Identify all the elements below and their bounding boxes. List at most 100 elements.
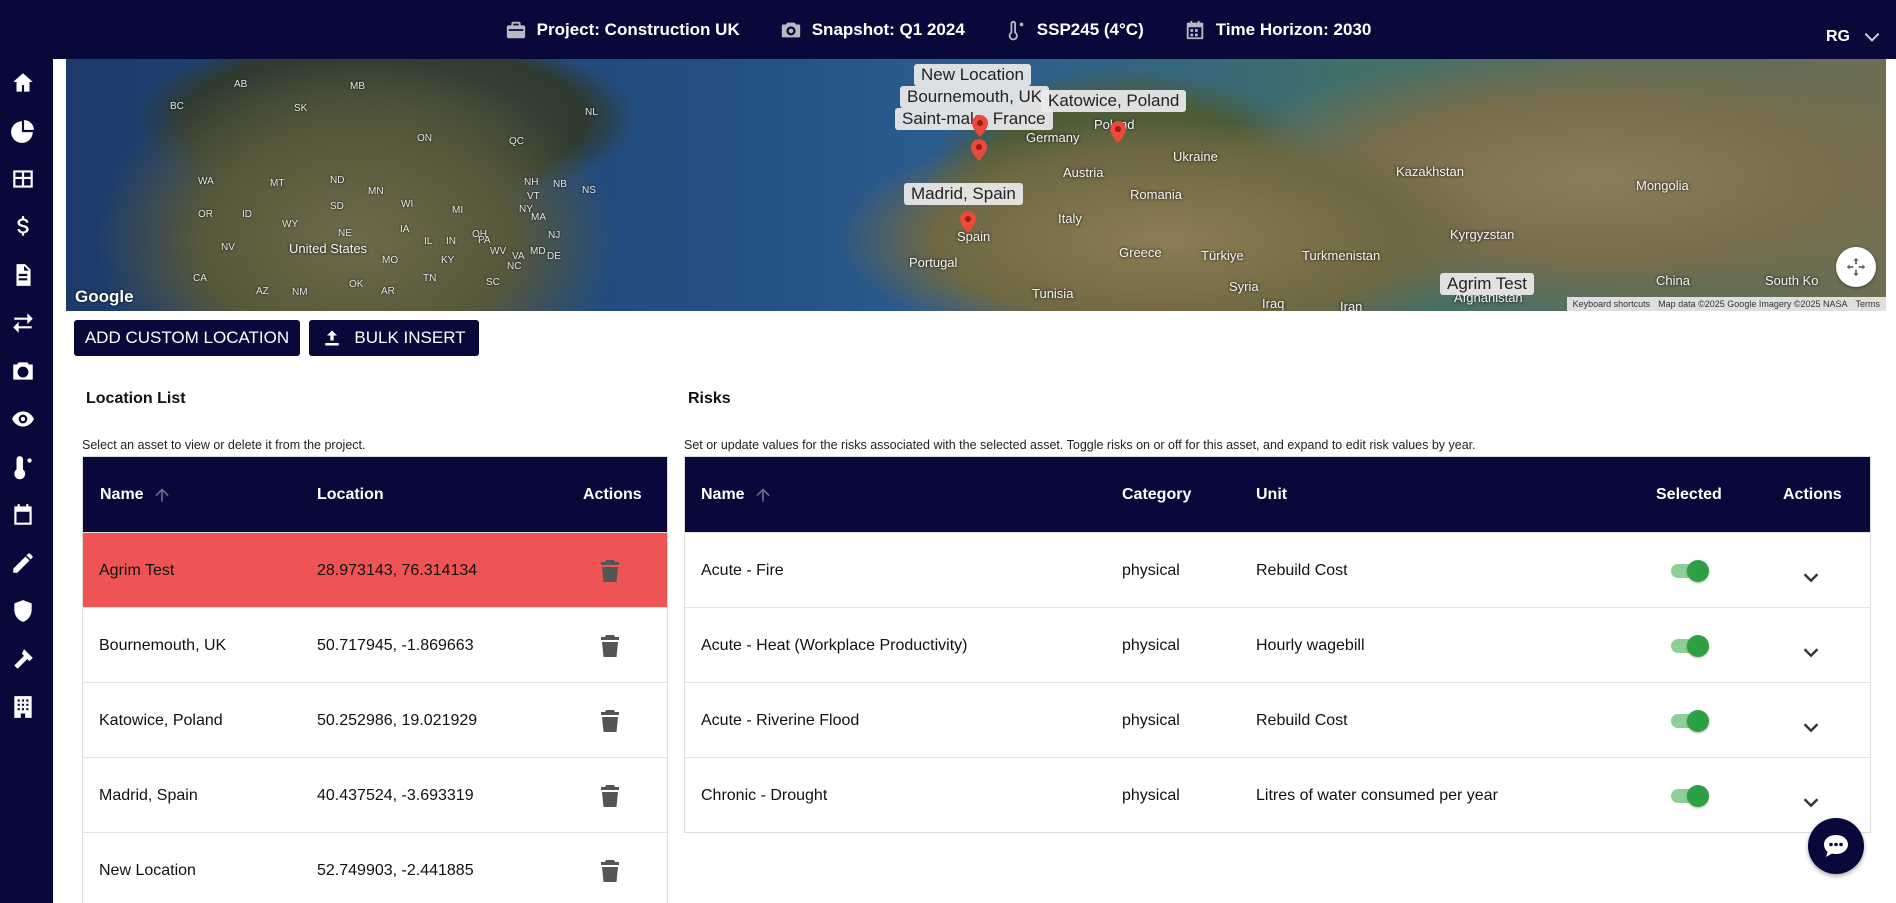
thermometer-icon[interactable]: [9, 453, 37, 481]
selected-toggle[interactable]: [1671, 683, 1709, 758]
risk-name: Acute - Fire: [701, 561, 784, 579]
map-label: VT: [527, 191, 540, 202]
map-attribution: Keyboard shortcuts Map data ©2025 Google…: [1566, 297, 1886, 311]
home-icon[interactable]: [9, 69, 37, 97]
map-label: Portugal: [909, 255, 958, 270]
col-actions-header: Actions: [1783, 485, 1842, 503]
marker-label: Bournemouth, UK: [900, 86, 1050, 108]
table-row[interactable]: Madrid, Spain 40.437524, -3.693319: [83, 757, 667, 832]
transfer-icon[interactable]: [9, 309, 37, 337]
delete-icon[interactable]: [601, 683, 619, 758]
risks-table: Name Category Unit Selected Actions Acut…: [684, 456, 1871, 833]
col-location-header: Location: [317, 485, 384, 503]
table-row[interactable]: Katowice, Poland 50.252986, 19.021929: [83, 682, 667, 757]
map-label: OK: [349, 279, 364, 290]
map-label: ON: [417, 133, 432, 144]
map-label: Turkmenistan: [1302, 248, 1381, 263]
col-name-header[interactable]: Name: [701, 485, 773, 505]
delete-icon[interactable]: [601, 533, 619, 608]
thermometer-icon: [1008, 20, 1024, 40]
col-name-header[interactable]: Name: [100, 485, 172, 505]
marker-label: Madrid, Spain: [904, 183, 1023, 205]
map-label: South Ko: [1765, 273, 1819, 288]
map-label: NM: [292, 287, 308, 298]
marker-label: New Location: [914, 64, 1032, 86]
map-label: Greece: [1119, 245, 1162, 260]
table-row[interactable]: Bournemouth, UK 50.717945, -1.869663: [83, 607, 667, 682]
selected-toggle[interactable]: [1671, 533, 1709, 608]
hammer-icon[interactable]: [9, 645, 37, 673]
location-coords: 40.437524, -3.693319: [317, 786, 474, 804]
table-row[interactable]: Acute - Riverine Flood physical Rebuild …: [685, 682, 1870, 757]
scenario-selector[interactable]: SSP245 (4°C): [1005, 19, 1144, 41]
delete-icon[interactable]: [601, 758, 619, 833]
selected-toggle[interactable]: [1671, 608, 1709, 683]
delete-icon[interactable]: [601, 608, 619, 683]
document-icon[interactable]: [9, 261, 37, 289]
location-list-title: Location List: [86, 390, 186, 407]
table-row[interactable]: Acute - Fire physical Rebuild Cost: [685, 532, 1870, 607]
risk-category: physical: [1122, 561, 1180, 579]
map-marker-icon[interactable]: [1110, 121, 1126, 143]
pie-chart-icon[interactable]: [9, 117, 37, 145]
location-coords: 50.252986, 19.021929: [317, 711, 478, 729]
map-label: QC: [509, 136, 524, 147]
expand-chevron-icon[interactable]: [1800, 539, 1822, 614]
building-icon[interactable]: [9, 693, 37, 721]
dollar-icon[interactable]: [9, 213, 37, 241]
expand-chevron-icon[interactable]: [1800, 614, 1822, 689]
col-name-label: Name: [701, 485, 745, 503]
map-label: Ukraine: [1173, 149, 1218, 164]
terms-link[interactable]: Terms: [1856, 299, 1881, 309]
fullscreen-icon: [1846, 257, 1866, 277]
location-name: Bournemouth, UK: [99, 636, 227, 654]
risk-category: physical: [1122, 786, 1180, 804]
map-label: United States: [289, 241, 368, 256]
risk-unit: Hourly wagebill: [1256, 636, 1365, 654]
map-marker-icon[interactable]: [972, 115, 988, 137]
map-label: IN: [446, 236, 456, 247]
location-coords: 50.717945, -1.869663: [317, 636, 474, 654]
sort-arrow-up-icon: [154, 487, 169, 502]
table-row[interactable]: Agrim Test 28.973143, 76.314134: [83, 532, 667, 607]
table-row[interactable]: Chronic - Drought physical Litres of wat…: [685, 757, 1870, 832]
map-label: NE: [338, 228, 352, 239]
map-label: MA: [531, 212, 546, 223]
project-selector[interactable]: Project: Construction UK: [505, 19, 740, 41]
location-table-header: Name Location Actions: [83, 457, 667, 532]
delete-icon[interactable]: [601, 833, 619, 903]
map-label: Germany: [1026, 130, 1080, 145]
selected-toggle[interactable]: [1671, 758, 1709, 833]
shield-icon[interactable]: [9, 597, 37, 625]
map-label: DE: [547, 251, 561, 262]
map-label: CA: [193, 273, 207, 284]
add-custom-location-button[interactable]: ADD CUSTOM LOCATION: [74, 320, 300, 356]
eye-icon[interactable]: [9, 405, 37, 433]
grid-icon[interactable]: [9, 165, 37, 193]
expand-chevron-icon[interactable]: [1800, 689, 1822, 764]
map-label: Austria: [1063, 165, 1104, 180]
location-list-description: Select an asset to view or delete it fro…: [82, 438, 366, 452]
map-label: WY: [282, 219, 299, 230]
fullscreen-button[interactable]: [1836, 247, 1876, 287]
bulk-insert-button[interactable]: BULK INSERT: [309, 320, 479, 356]
table-row[interactable]: Acute - Heat (Workplace Productivity) ph…: [685, 607, 1870, 682]
calendar-icon[interactable]: [9, 501, 37, 529]
map-label: NC: [507, 261, 522, 272]
keyboard-shortcuts-link[interactable]: Keyboard shortcuts: [1573, 299, 1651, 309]
map-marker-icon[interactable]: [971, 139, 987, 161]
project-label: Project: Construction UK: [536, 19, 740, 39]
map-label: MT: [270, 178, 285, 189]
user-initials: RG: [1826, 28, 1850, 45]
chat-button[interactable]: [1808, 818, 1864, 874]
map-label: IL: [424, 236, 433, 247]
scenario-label: SSP245 (4°C): [1036, 19, 1144, 39]
camera-icon[interactable]: [9, 357, 37, 385]
map-marker-icon[interactable]: [960, 211, 976, 233]
map-label: MN: [368, 186, 384, 197]
pencil-icon[interactable]: [9, 549, 37, 577]
time-horizon-selector[interactable]: Time Horizon: 2030: [1184, 19, 1371, 41]
map[interactable]: AB MB BC SK NL ON QC WA MT ND NB NS OR I…: [66, 59, 1886, 311]
table-row[interactable]: New Location 52.749903, -2.441885: [83, 832, 667, 903]
snapshot-selector[interactable]: Snapshot: Q1 2024: [780, 19, 965, 41]
